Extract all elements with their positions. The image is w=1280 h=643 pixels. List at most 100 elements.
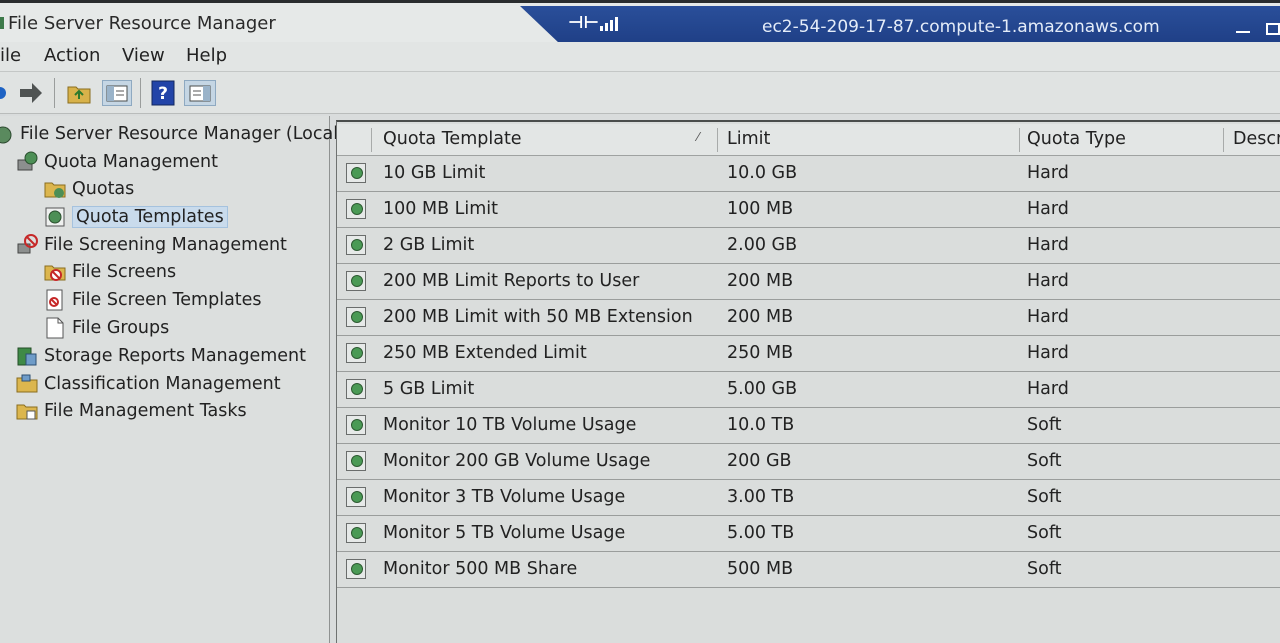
cell-quota-type: Hard xyxy=(1027,307,1069,327)
cell-limit: 5.00 TB xyxy=(727,523,795,543)
quota-template-icon xyxy=(346,199,366,219)
tree-item-file-groups[interactable]: File Groups xyxy=(44,315,169,341)
quota-template-icon xyxy=(346,523,366,543)
tree-item-label: File Screening Management xyxy=(44,235,287,255)
column-divider[interactable] xyxy=(1223,128,1224,152)
quota-template-icon xyxy=(346,379,366,399)
tree-item-label: File Management Tasks xyxy=(44,401,247,421)
up-folder-icon[interactable] xyxy=(66,80,92,106)
show-hide-tree-icon[interactable] xyxy=(102,80,132,106)
cell-limit: 200 MB xyxy=(727,307,794,327)
tree-item-label: File Server Resource Manager (Local) xyxy=(20,124,345,144)
toolbar-separator xyxy=(140,78,141,108)
column-header-quota-type[interactable]: Quota Type xyxy=(1027,129,1126,149)
table-row[interactable]: 250 MB Extended Limit 250 MB Hard xyxy=(337,336,1280,372)
menu-help[interactable]: Help xyxy=(186,45,227,66)
quota-template-icon xyxy=(346,451,366,471)
title-bar: File Server Resource Manager ⊣⊢ ec2-54-2… xyxy=(0,0,1280,44)
quota-template-icon xyxy=(44,206,66,228)
quota-template-icon xyxy=(346,487,366,507)
cell-limit: 250 MB xyxy=(727,343,794,363)
cell-template-name: 200 MB Limit with 50 MB Extension xyxy=(383,307,693,327)
column-header-limit[interactable]: Limit xyxy=(727,129,770,149)
cell-template-name: Monitor 500 MB Share xyxy=(383,559,578,579)
cell-template-name: 2 GB Limit xyxy=(383,235,475,255)
quota-template-icon xyxy=(346,235,366,255)
cell-limit: 100 MB xyxy=(727,199,794,219)
sort-indicator-icon: ⁄ xyxy=(697,130,700,144)
tree-item-storage-reports-management[interactable]: Storage Reports Management xyxy=(16,343,306,369)
quota-template-icon xyxy=(346,559,366,579)
minimize-icon[interactable] xyxy=(1236,31,1250,33)
forward-arrow-icon[interactable] xyxy=(18,80,44,106)
column-divider[interactable] xyxy=(717,128,718,152)
quota-template-icon xyxy=(346,343,366,363)
table-row[interactable]: Monitor 3 TB Volume Usage 3.00 TB Soft xyxy=(337,480,1280,516)
menu-file[interactable]: ile xyxy=(0,45,21,66)
connection-signal-icon xyxy=(600,15,618,31)
menu-action[interactable]: Action xyxy=(44,45,100,66)
column-divider xyxy=(371,128,372,152)
cell-quota-type: Hard xyxy=(1027,379,1069,399)
tree-item-label: File Groups xyxy=(72,318,170,338)
tree-item-quotas[interactable]: Quotas xyxy=(44,176,134,202)
console-tree: File Server Resource Manager (Local) Quo… xyxy=(0,116,345,643)
show-hide-action-pane-icon[interactable] xyxy=(184,80,216,106)
column-header-quota-template[interactable]: Quota Template xyxy=(383,129,522,149)
tree-item-quota-templates[interactable]: Quota Templates xyxy=(44,204,228,230)
tree-item-fsrm-local[interactable]: File Server Resource Manager (Local) xyxy=(0,121,345,147)
table-row[interactable]: Monitor 500 MB Share 500 MB Soft xyxy=(337,552,1280,588)
table-row[interactable]: 200 MB Limit with 50 MB Extension 200 MB H… xyxy=(337,300,1280,336)
tree-item-file-management-tasks[interactable]: File Management Tasks xyxy=(16,398,247,424)
table-row[interactable]: Monitor 5 TB Volume Usage 5.00 TB Soft xyxy=(337,516,1280,552)
cell-template-name: Monitor 200 GB Volume Usage xyxy=(383,451,651,471)
tree-item-label: File Screen Templates xyxy=(72,290,262,310)
fsrm-icon xyxy=(0,123,14,145)
tree-item-label: Classification Management xyxy=(44,374,281,394)
table-row[interactable]: 2 GB Limit 2.00 GB Hard xyxy=(337,228,1280,264)
tree-item-quota-management[interactable]: Quota Management xyxy=(16,149,218,175)
cell-limit: 2.00 GB xyxy=(727,235,798,255)
tree-item-file-screening-management[interactable]: File Screening Management xyxy=(16,232,287,258)
restore-icon[interactable] xyxy=(1266,23,1280,35)
table-row[interactable]: 100 MB Limit 100 MB Hard xyxy=(337,192,1280,228)
table-row[interactable]: 200 MB Limit Reports to User 200 MB Hard xyxy=(337,264,1280,300)
tree-item-file-screens[interactable]: File Screens xyxy=(44,259,176,285)
tree-item-label: Quota Templates xyxy=(72,206,228,228)
list-header: Quota Template ⁄ Limit Quota Type Descri xyxy=(337,124,1280,156)
cell-limit: 5.00 GB xyxy=(727,379,798,399)
cell-limit: 500 MB xyxy=(727,559,794,579)
pin-icon[interactable]: ⊣⊢ xyxy=(568,13,599,33)
cell-quota-type: Soft xyxy=(1027,523,1062,543)
cell-template-name: 200 MB Limit Reports to User xyxy=(383,271,640,291)
remote-host-name: ec2-54-209-17-87.compute-1.amazonaws.com xyxy=(762,17,1160,37)
tree-item-file-screen-templates[interactable]: File Screen Templates xyxy=(44,287,262,313)
tree-item-classification-management[interactable]: Classification Management xyxy=(16,371,281,397)
table-row[interactable]: 5 GB Limit 5.00 GB Hard xyxy=(337,372,1280,408)
column-divider[interactable] xyxy=(1019,128,1020,152)
cell-quota-type: Soft xyxy=(1027,415,1062,435)
quota-template-icon xyxy=(346,307,366,327)
quota-template-list: Quota Template ⁄ Limit Quota Type Descri… xyxy=(336,120,1280,643)
folder-icon xyxy=(44,178,66,200)
quota-management-icon xyxy=(16,151,38,173)
cell-quota-type: Soft xyxy=(1027,559,1062,579)
cell-template-name: Monitor 10 TB Volume Usage xyxy=(383,415,637,435)
menu-view[interactable]: View xyxy=(122,45,165,66)
file-screen-icon xyxy=(44,261,66,283)
tree-item-label: Quotas xyxy=(72,179,135,199)
cell-template-name: 100 MB Limit xyxy=(383,199,499,219)
table-row[interactable]: 10 GB Limit 10.0 GB Hard xyxy=(337,156,1280,192)
toolbar-separator xyxy=(54,78,55,108)
column-header-description[interactable]: Descri xyxy=(1233,129,1280,149)
back-arrow-icon[interactable] xyxy=(0,80,10,106)
table-row[interactable]: Monitor 200 GB Volume Usage 200 GB Soft xyxy=(337,444,1280,480)
table-row[interactable]: Monitor 10 TB Volume Usage 10.0 TB Soft xyxy=(337,408,1280,444)
quota-template-icon xyxy=(346,271,366,291)
quota-template-icon xyxy=(346,415,366,435)
cell-limit: 10.0 TB xyxy=(727,415,795,435)
window-title: File Server Resource Manager xyxy=(8,13,276,34)
help-icon[interactable]: ? xyxy=(150,80,176,106)
svg-text:?: ? xyxy=(158,84,168,104)
menu-bar: ile Action View Help xyxy=(0,42,1280,72)
